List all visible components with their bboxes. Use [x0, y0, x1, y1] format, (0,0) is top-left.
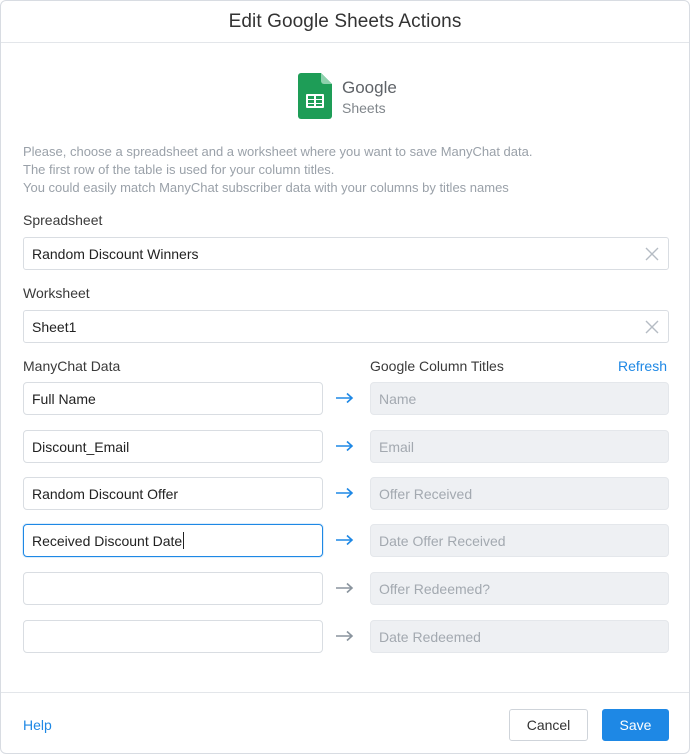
spreadsheet-label: Spreadsheet [23, 212, 103, 228]
instructions-line-2: The first row of the table is used for y… [23, 162, 335, 177]
google-column-field: Email [370, 430, 669, 463]
google-column-field: Date Redeemed [370, 620, 669, 653]
mapping-row: Full Name Name [23, 382, 669, 415]
arrow-right-icon [336, 392, 354, 404]
arrow-right-icon [336, 440, 354, 452]
arrow-right-icon [336, 534, 354, 546]
manychat-field-input[interactable]: Received Discount Date [23, 524, 323, 557]
mapping-row: Discount_Email Email [23, 430, 669, 463]
worksheet-value: Sheet1 [32, 318, 77, 335]
google-column-field: Date Offer Received [370, 524, 669, 557]
manychat-field-input[interactable]: Random Discount Offer [23, 477, 323, 510]
save-button[interactable]: Save [602, 709, 669, 741]
close-icon[interactable] [644, 319, 660, 335]
close-icon[interactable] [644, 246, 660, 262]
google-sheets-icon [298, 73, 332, 119]
dialog-title: Edit Google Sheets Actions [228, 10, 462, 32]
spreadsheet-value: Random Discount Winners [32, 245, 199, 262]
manychat-field-input[interactable] [23, 620, 323, 653]
mapping-row: Random Discount Offer Offer Received [23, 477, 669, 510]
manychat-field-input[interactable] [23, 572, 323, 605]
worksheet-label: Worksheet [23, 285, 90, 301]
text-caret [183, 532, 185, 549]
google-column-field: Offer Received [370, 477, 669, 510]
arrow-right-icon [336, 487, 354, 499]
dialog-header: Edit Google Sheets Actions [1, 1, 689, 43]
mapping-row: Received Discount Date Date Offer Receiv… [23, 524, 669, 557]
instructions-line-1: Please, choose a spreadsheet and a works… [23, 144, 533, 159]
refresh-link[interactable]: Refresh [618, 358, 667, 374]
logo-brand: Google [342, 78, 397, 97]
instructions-line-3: You could easily match ManyChat subscrib… [23, 180, 509, 195]
logo-product: Sheets [342, 99, 386, 116]
google-sheets-logo: Google Sheets [298, 73, 397, 119]
manychat-data-header: ManyChat Data [23, 358, 121, 374]
edit-google-sheets-dialog: Edit Google Sheets Actions Google Sheets… [0, 0, 690, 754]
google-column-titles-header: Google Column Titles [370, 358, 504, 374]
cancel-button[interactable]: Cancel [509, 709, 588, 741]
arrow-right-icon [336, 582, 354, 594]
dialog-footer: Help Cancel Save [1, 692, 689, 753]
mapping-row: Offer Redeemed? [23, 572, 669, 605]
instructions-text: Please, choose a spreadsheet and a works… [23, 143, 663, 197]
worksheet-select[interactable]: Sheet1 [23, 310, 669, 343]
arrow-right-icon [336, 630, 354, 642]
logo-text: Google Sheets [342, 78, 397, 116]
help-link[interactable]: Help [23, 717, 52, 733]
manychat-field-input[interactable]: Full Name [23, 382, 323, 415]
mapping-row: Date Redeemed [23, 620, 669, 653]
google-column-field: Offer Redeemed? [370, 572, 669, 605]
spreadsheet-select[interactable]: Random Discount Winners [23, 237, 669, 270]
manychat-field-input[interactable]: Discount_Email [23, 430, 323, 463]
google-column-field: Name [370, 382, 669, 415]
